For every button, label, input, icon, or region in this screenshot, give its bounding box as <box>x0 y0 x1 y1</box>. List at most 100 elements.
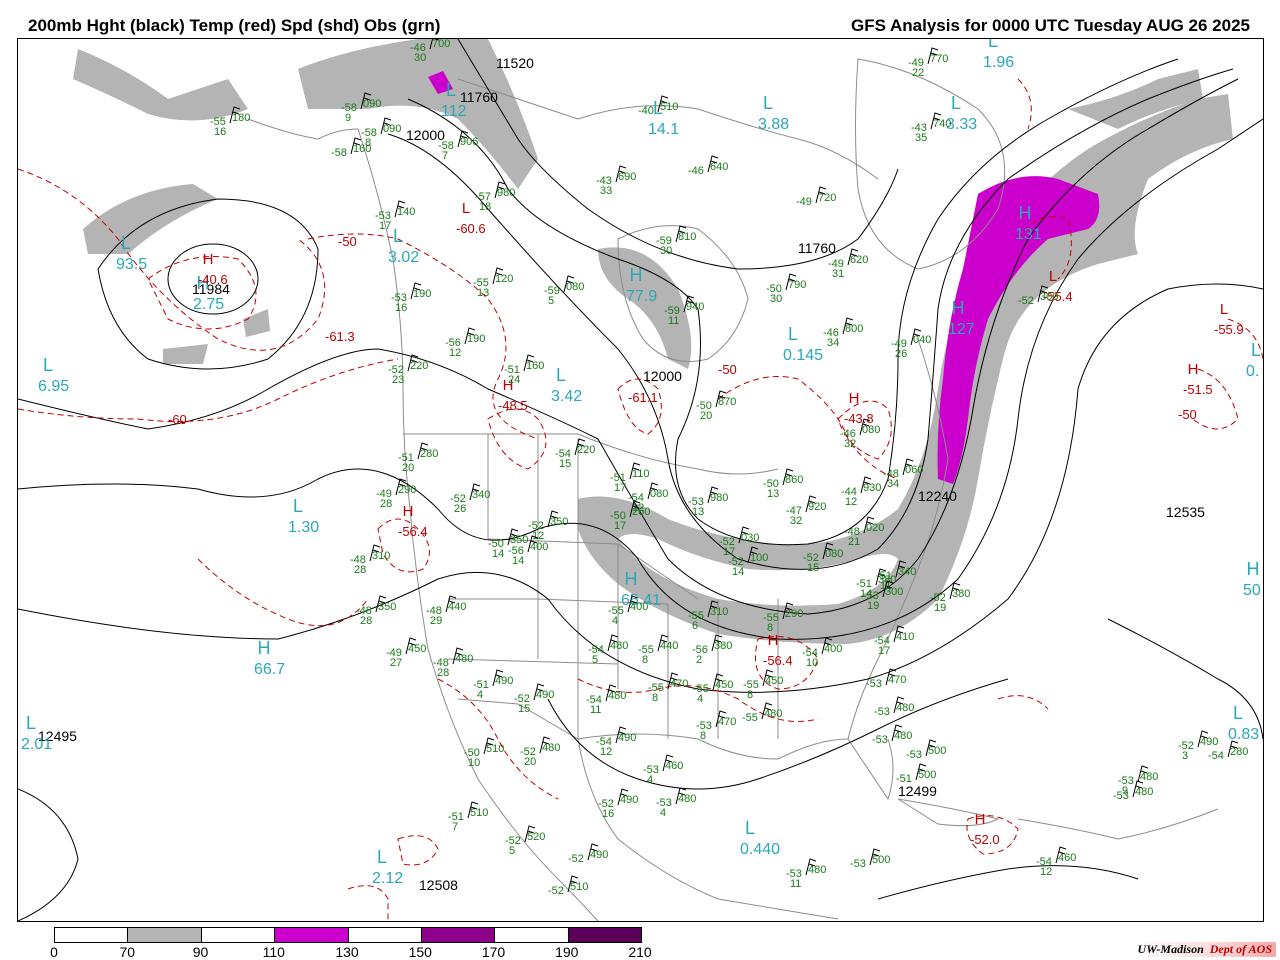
obs-height: 450 <box>715 679 733 691</box>
obs-dewpoint-depression: 16 <box>214 126 226 138</box>
temp-center-value: -51.5 <box>1183 382 1213 397</box>
obs-temperature: -58 <box>331 147 347 159</box>
pressure-center-letter: H <box>630 265 643 285</box>
obs-dewpoint-depression: 21 <box>848 536 860 548</box>
pressure-center-value: 3.88 <box>758 116 789 133</box>
obs-height: 480 <box>896 702 914 714</box>
obs-height: 400 <box>824 643 842 655</box>
obs-dewpoint-depression: 26 <box>895 348 907 360</box>
temp-center-value: -61.1 <box>628 390 658 405</box>
obs-dewpoint-depression: 29 <box>430 615 442 627</box>
obs-height: 340 <box>898 566 916 578</box>
temp-contour <box>1017 78 1032 130</box>
obs-height: 980 <box>497 187 515 199</box>
obs-temperature: -53 <box>906 749 922 761</box>
obs-dewpoint-depression: 4 <box>477 689 483 701</box>
jet-streak-gray <box>83 184 218 254</box>
legend-color-swatch <box>348 928 422 942</box>
obs-dewpoint-depression: 13 <box>477 287 489 299</box>
pressure-center-value: 2.75 <box>193 296 224 313</box>
obs-dewpoint-depression: 30 <box>660 245 672 257</box>
obs-dewpoint-depression: 17 <box>614 482 626 494</box>
obs-height: 500 <box>928 745 946 757</box>
obs-temperature: -52 <box>548 885 564 897</box>
obs-height: 300 <box>885 586 903 598</box>
obs-dewpoint-depression: 11 <box>790 878 801 890</box>
pressure-center-value: 112 <box>441 103 467 120</box>
obs-height: 480 <box>610 640 628 652</box>
obs-dewpoint-depression: 24 <box>508 374 520 386</box>
obs-dewpoint-depression: 3 <box>1182 750 1188 762</box>
temp-center-letter: L <box>1049 268 1057 285</box>
obs-height: 510 <box>486 743 504 755</box>
height-contour-label: 12240 <box>918 488 957 504</box>
temp-center-letter: L <box>1220 301 1228 318</box>
obs-height: 090 <box>363 98 381 110</box>
credit-university: UW-Madison <box>1137 942 1204 956</box>
pressure-center-value: 93.5 <box>116 256 147 273</box>
obs-height: 690 <box>618 171 636 183</box>
obs-height: 480 <box>808 864 826 876</box>
obs-dewpoint-depression: 11 <box>590 704 601 716</box>
obs-dewpoint-depression: 9 <box>345 112 351 124</box>
temp-contour <box>487 408 547 470</box>
obs-dewpoint-depression: 26 <box>454 503 466 515</box>
obs-dewpoint-depression: 9 <box>1122 785 1128 797</box>
obs-height: 090 <box>383 123 401 135</box>
obs-height: 380 <box>952 588 970 600</box>
pressure-center-letter: L <box>788 324 798 344</box>
obs-dewpoint-depression: 11 <box>668 315 679 327</box>
pressure-center-letter: L <box>26 713 36 733</box>
pressure-center-value: 0. <box>1246 363 1259 380</box>
obs-dewpoint-depression: 20 <box>402 462 414 474</box>
height-contour-label: 12499 <box>898 783 937 799</box>
obs-dewpoint-depression: 17 <box>614 520 626 532</box>
obs-dewpoint-depression: 13 <box>767 488 779 500</box>
obs-height: 470 <box>670 678 688 690</box>
temp-center-letter: H <box>403 503 414 520</box>
temp-center-value: -56.4 <box>763 653 793 668</box>
obs-height: 480 <box>764 708 782 720</box>
pressure-center-letter: L <box>377 847 387 867</box>
pressure-center-value: 14.1 <box>648 121 679 138</box>
temp-center-value: -40.6 <box>198 272 228 287</box>
obs-height: 480 <box>455 653 473 665</box>
obs-dewpoint-depression: 14 <box>512 555 524 567</box>
obs-height: 520 <box>527 831 545 843</box>
obs-dewpoint-depression: 5 <box>548 295 554 307</box>
pressure-center-letter: L <box>951 93 961 113</box>
pressure-center-value: 1.30 <box>288 519 319 536</box>
legend-color-swatch <box>275 928 349 942</box>
obs-height: 490 <box>618 732 636 744</box>
obs-dewpoint-depression: 8 <box>652 692 658 704</box>
obs-temperature: -53 <box>866 678 882 690</box>
obs-dewpoint-depression: 16 <box>602 808 614 820</box>
obs-dewpoint-depression: 34 <box>827 337 839 349</box>
obs-height: 030 <box>741 532 759 544</box>
obs-dewpoint-depression: 10 <box>806 657 818 669</box>
temp-contour <box>997 695 1049 710</box>
pressure-center-letter: H <box>1247 559 1260 579</box>
obs-height: 350 <box>550 516 568 528</box>
pressure-center-letter: L <box>1251 340 1261 360</box>
pressure-center-letter: H <box>1019 203 1032 223</box>
temp-center-value: -50 <box>338 234 357 249</box>
obs-dewpoint-depression: 28 <box>437 667 449 679</box>
obs-dewpoint-depression: 7 <box>452 821 458 833</box>
obs-height: 480 <box>608 690 626 702</box>
obs-height: 490 <box>620 794 638 806</box>
obs-height: 400 <box>630 601 648 613</box>
obs-temperature: -54 <box>1208 750 1224 762</box>
temp-center-value: -56.4 <box>398 524 428 539</box>
obs-height: 060 <box>905 464 923 476</box>
obs-height: 080 <box>862 424 880 436</box>
obs-height: 380 <box>714 640 732 652</box>
obs-height: 480 <box>1135 786 1153 798</box>
obs-height: 290 <box>398 484 416 496</box>
height-contour <box>18 788 79 921</box>
legend-color-swatch <box>495 928 569 942</box>
legend-color-swatch <box>128 928 202 942</box>
obs-dewpoint-depression: 2 <box>696 654 702 666</box>
obs-dewpoint-depression: 14 <box>492 548 504 560</box>
obs-height: 930 <box>863 482 881 494</box>
